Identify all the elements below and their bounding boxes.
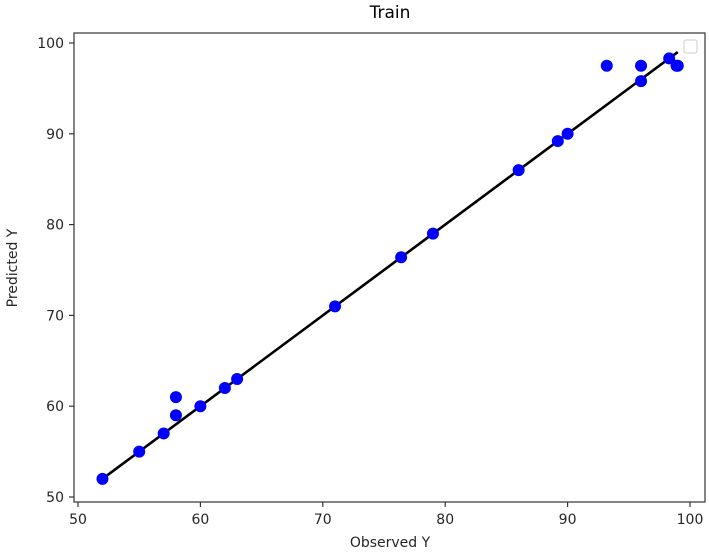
y-tick-label: 80 <box>46 218 64 234</box>
data-point <box>218 382 231 395</box>
x-tick-label: 50 <box>69 512 87 528</box>
y-tick-label: 90 <box>46 127 64 143</box>
data-point <box>157 427 170 440</box>
data-point <box>133 445 146 458</box>
data-point <box>329 300 342 313</box>
x-axis-label: Observed Y <box>350 535 431 551</box>
y-tick-label: 100 <box>37 36 64 52</box>
data-point <box>671 59 684 72</box>
x-tick-label: 90 <box>559 512 577 528</box>
x-tick-label: 100 <box>677 512 704 528</box>
data-point <box>551 135 564 148</box>
data-point <box>231 372 244 385</box>
y-tick-label: 60 <box>46 399 64 415</box>
data-point <box>635 59 648 72</box>
y-axis-label: Predicted Y <box>5 228 21 307</box>
x-tick-label: 70 <box>314 512 332 528</box>
data-point <box>169 409 182 422</box>
data-point <box>96 472 109 485</box>
data-point <box>512 164 525 177</box>
y-tick-label: 50 <box>46 490 64 506</box>
data-point <box>600 59 613 72</box>
data-point <box>426 227 439 240</box>
data-point <box>561 127 574 140</box>
scatter-chart: Train 50 60 70 80 90 100 50 60 70 80 90 100 Observe… <box>5 3 706 551</box>
legend-box <box>683 39 698 54</box>
data-point <box>635 75 648 88</box>
data-point <box>395 251 408 264</box>
chart-title: Train <box>369 3 411 23</box>
x-tick-label: 60 <box>191 512 209 528</box>
data-point <box>169 391 182 404</box>
y-tick-label: 70 <box>46 308 64 324</box>
x-tick-label: 80 <box>436 512 454 528</box>
data-point <box>194 400 207 413</box>
